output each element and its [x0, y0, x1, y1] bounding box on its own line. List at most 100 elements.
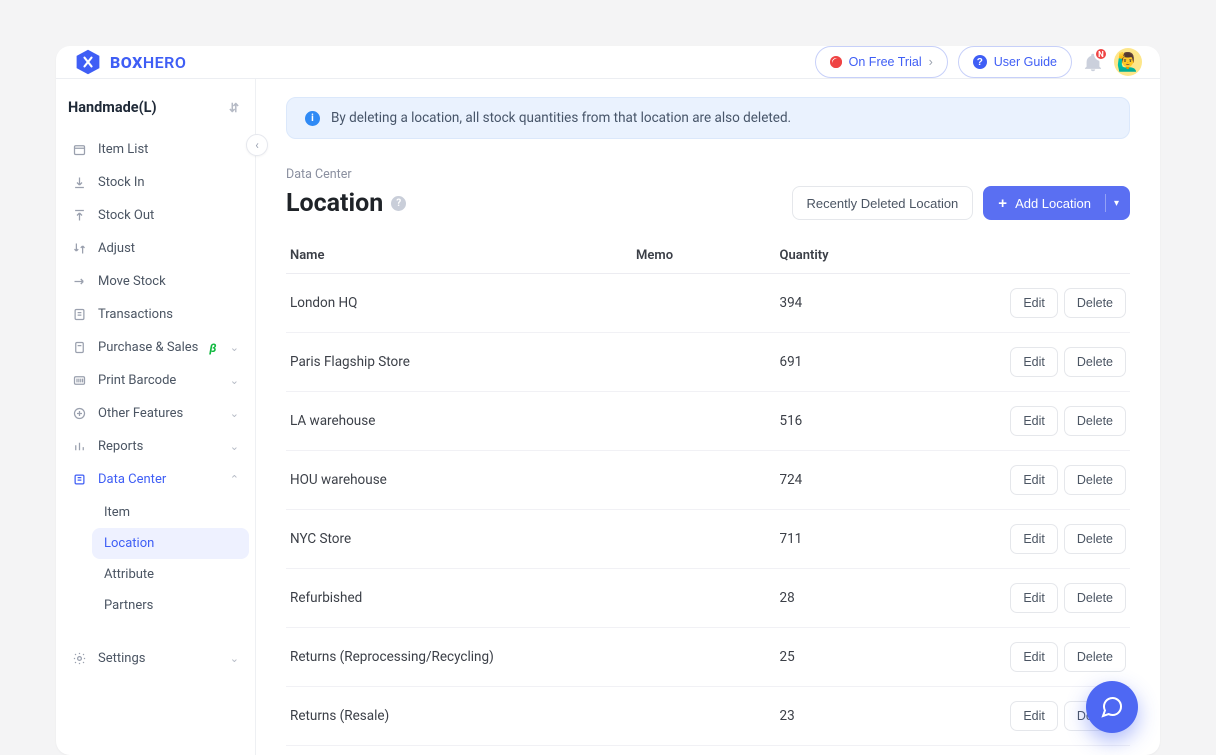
- cell-name: LA warehouse: [286, 392, 632, 451]
- cell-name: NYC Store: [286, 510, 632, 569]
- cell-name: HOU warehouse: [286, 451, 632, 510]
- workspace-name: Handmade(L): [68, 99, 157, 116]
- edit-button[interactable]: Edit: [1010, 288, 1058, 318]
- cell-memo: [632, 392, 775, 451]
- edit-button[interactable]: Edit: [1010, 465, 1058, 495]
- nav: Item List Stock In Stock Out Adjust Move…: [62, 134, 249, 674]
- info-alert: i By deleting a location, all stock quan…: [286, 97, 1130, 139]
- sidebar-item-move-stock[interactable]: Move Stock: [62, 266, 249, 297]
- edit-button[interactable]: Edit: [1010, 406, 1058, 436]
- edit-button[interactable]: Edit: [1010, 642, 1058, 672]
- page-title: Location ?: [286, 189, 406, 218]
- sidebar-item-adjust[interactable]: Adjust: [62, 233, 249, 264]
- avatar[interactable]: 🙋‍♂️: [1114, 48, 1142, 76]
- cell-memo: [632, 333, 775, 392]
- col-name: Name: [286, 238, 632, 274]
- edit-button[interactable]: Edit: [1010, 524, 1058, 554]
- user-guide-button[interactable]: ? User Guide: [958, 46, 1072, 78]
- cell-actions: EditDelete: [961, 333, 1130, 392]
- barcode-icon: [72, 373, 87, 388]
- delete-button[interactable]: Delete: [1064, 583, 1126, 613]
- box-icon: [72, 142, 87, 157]
- subnav-item[interactable]: Item: [92, 497, 249, 528]
- sidebar-item-stock-in[interactable]: Stock In: [62, 167, 249, 198]
- cell-memo: [632, 687, 775, 746]
- cell-memo: [632, 510, 775, 569]
- subnav-location[interactable]: Location: [92, 528, 249, 559]
- user-guide-label: User Guide: [994, 55, 1057, 69]
- sidebar-item-stock-out[interactable]: Stock Out: [62, 200, 249, 231]
- sidebar-item-label: Stock Out: [98, 208, 154, 223]
- breadcrumb: Data Center: [286, 167, 1130, 182]
- cell-actions: EditDelete: [961, 510, 1130, 569]
- recently-deleted-button[interactable]: Recently Deleted Location: [792, 186, 974, 220]
- sidebar-item-label: Settings: [98, 651, 145, 666]
- trial-button[interactable]: On Free Trial ›: [815, 46, 948, 78]
- delete-button[interactable]: Delete: [1064, 642, 1126, 672]
- cell-quantity: 516: [776, 392, 962, 451]
- brand-logo[interactable]: BOXHERO: [74, 48, 186, 76]
- logo-hexagon-icon: [74, 48, 102, 76]
- download-icon: [72, 175, 87, 190]
- delete-button[interactable]: Delete: [1064, 406, 1126, 436]
- table-row: NYC Store711EditDelete: [286, 510, 1130, 569]
- sort-icon: ⇵: [229, 101, 239, 115]
- edit-button[interactable]: Edit: [1010, 583, 1058, 613]
- cell-quantity: 724: [776, 451, 962, 510]
- notifications-button[interactable]: N: [1082, 51, 1104, 73]
- trial-label: On Free Trial: [849, 55, 922, 69]
- help-chat-button[interactable]: [1086, 681, 1138, 733]
- plus-circle-icon: [72, 406, 87, 421]
- plus-icon: +: [998, 195, 1007, 212]
- add-location-label: Add Location: [1015, 196, 1091, 211]
- subnav-partners[interactable]: Partners: [92, 590, 249, 621]
- cell-actions: EditDelete: [961, 569, 1130, 628]
- edit-button[interactable]: Edit: [1010, 701, 1058, 731]
- delete-button[interactable]: Delete: [1064, 465, 1126, 495]
- cell-actions: EditDelete: [961, 274, 1130, 333]
- sidebar-item-label: Transactions: [98, 307, 173, 322]
- cell-name: Returns (Reprocessing/Recycling): [286, 628, 632, 687]
- delete-button[interactable]: Delete: [1064, 524, 1126, 554]
- subnav-attribute[interactable]: Attribute: [92, 559, 249, 590]
- sidebar-item-other-features[interactable]: Other Features ⌄: [62, 398, 249, 429]
- delete-button[interactable]: Delete: [1064, 288, 1126, 318]
- cell-memo: [632, 569, 775, 628]
- main-content: i By deleting a location, all stock quan…: [256, 79, 1160, 755]
- info-icon: i: [305, 111, 320, 126]
- divider: [1105, 194, 1106, 212]
- sidebar-item-item-list[interactable]: Item List: [62, 134, 249, 165]
- cell-actions: EditDelete: [961, 451, 1130, 510]
- table-row: LA warehouse 516 EditDelete: [286, 392, 1130, 451]
- cell-actions: EditDelete: [961, 628, 1130, 687]
- sidebar-item-reports[interactable]: Reports ⌄: [62, 431, 249, 462]
- sidebar-item-settings[interactable]: Settings ⌄: [62, 643, 249, 674]
- page-title-text: Location: [286, 189, 383, 218]
- sidebar-item-label: Data Center: [98, 472, 166, 487]
- help-tooltip-icon[interactable]: ?: [391, 196, 406, 211]
- arrow-right-icon: [72, 274, 87, 289]
- sidebar-item-print-barcode[interactable]: Print Barcode ⌄: [62, 365, 249, 396]
- add-location-button[interactable]: + Add Location ▾: [983, 186, 1130, 220]
- table-row: Returns (Reprocessing/Recycling)25EditDe…: [286, 628, 1130, 687]
- edit-button[interactable]: Edit: [1010, 347, 1058, 377]
- table-row: Refurbished28EditDelete: [286, 569, 1130, 628]
- collapse-sidebar-button[interactable]: ‹: [246, 134, 268, 156]
- chat-icon: [1100, 695, 1124, 719]
- sidebar-item-data-center[interactable]: Data Center ⌃: [62, 464, 249, 495]
- swap-icon: [72, 241, 87, 256]
- sidebar-item-transactions[interactable]: Transactions: [62, 299, 249, 330]
- receipt-icon: [72, 307, 87, 322]
- data-center-submenu: Item Location Attribute Partners: [62, 497, 249, 621]
- chevron-down-icon: ▾: [1114, 198, 1119, 209]
- sidebar-item-label: Adjust: [98, 241, 135, 256]
- chevron-down-icon: ⌄: [230, 341, 239, 354]
- cell-quantity: 691: [776, 333, 962, 392]
- delete-button[interactable]: Delete: [1064, 347, 1126, 377]
- sidebar-item-purchase-sales[interactable]: Purchase & Sales β ⌄: [62, 332, 249, 363]
- chevron-down-icon: ⌄: [230, 407, 239, 420]
- workspace-switcher[interactable]: Handmade(L) ⇵: [62, 93, 249, 134]
- chevron-down-icon: ⌄: [230, 374, 239, 387]
- table-header-row: Name Memo Quantity: [286, 238, 1130, 274]
- cell-memo: [632, 628, 775, 687]
